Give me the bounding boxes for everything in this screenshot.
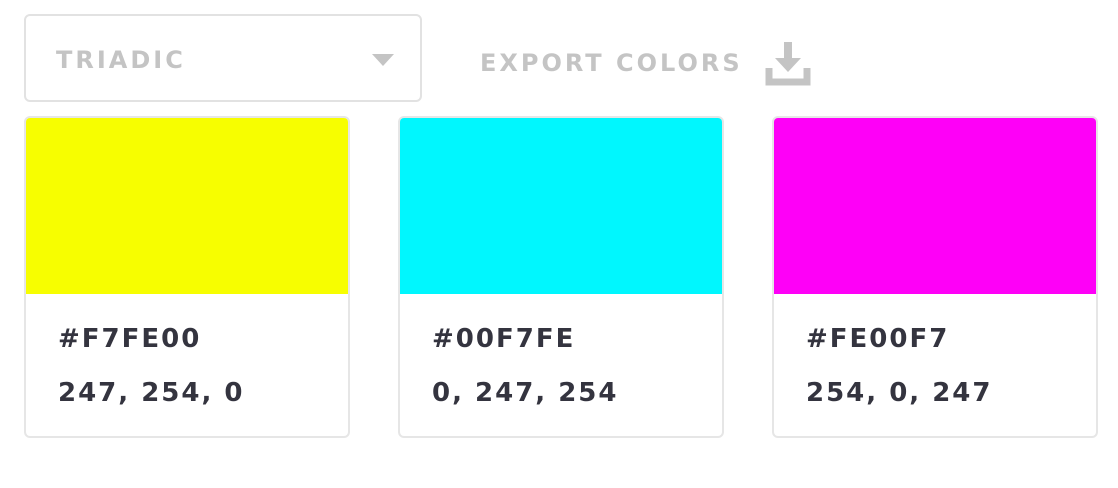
- color-card[interactable]: #FE00F7 254, 0, 247: [772, 116, 1098, 438]
- color-swatch: [774, 118, 1096, 294]
- color-scheme-page: TRIADIC EXPORT COLORS #F7FE00 247, 254, …: [0, 0, 1118, 488]
- download-icon: [765, 42, 811, 86]
- hex-value: #F7FE00: [58, 324, 202, 354]
- color-swatch: [26, 118, 348, 294]
- export-colors-label: EXPORT COLORS: [480, 49, 743, 77]
- rgb-value: 254, 0, 247: [806, 378, 993, 408]
- hex-value: #00F7FE: [432, 324, 576, 354]
- color-swatch: [400, 118, 722, 294]
- color-card[interactable]: #00F7FE 0, 247, 254: [398, 116, 724, 438]
- color-card[interactable]: #F7FE00 247, 254, 0: [24, 116, 350, 438]
- rgb-value: 0, 247, 254: [432, 378, 619, 408]
- export-colors-button[interactable]: EXPORT COLORS: [480, 40, 811, 86]
- chevron-down-icon: [372, 54, 394, 66]
- scheme-dropdown[interactable]: TRIADIC: [24, 14, 422, 102]
- hex-value: #FE00F7: [806, 324, 950, 354]
- rgb-value: 247, 254, 0: [58, 378, 245, 408]
- scheme-dropdown-value: TRIADIC: [56, 46, 186, 74]
